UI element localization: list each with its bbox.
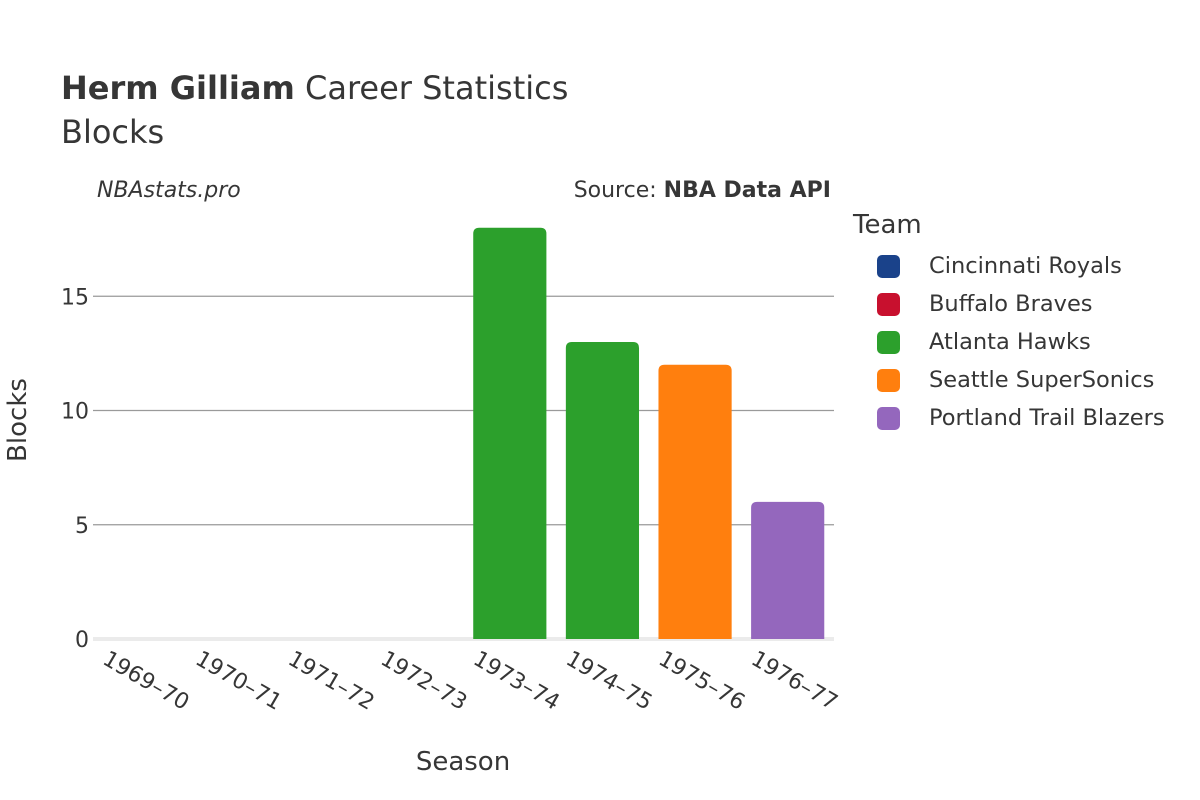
legend-label: Seattle SuperSonics	[929, 367, 1155, 393]
x-tick-label: 1972–73	[376, 647, 471, 716]
x-tick-label: 1973–74	[469, 647, 564, 716]
legend-label: Atlanta Hawks	[929, 329, 1091, 355]
legend-label: Cincinnati Royals	[929, 253, 1122, 279]
y-tick-label: 10	[61, 400, 89, 425]
legend-label: Buffalo Braves	[929, 291, 1093, 317]
bar-1975–76[interactable]: Seattle SuperSonics 1975–76: 12	[658, 364, 732, 639]
bar-chart: Atlanta Hawks 1973–74: 18Atlanta Hawks 1…	[3, 227, 841, 777]
legend-item-cincinnati-royals[interactable]: Cincinnati Royals	[877, 253, 1122, 279]
legend-title: Team	[853, 210, 922, 240]
legend-item-seattle-supersonics[interactable]: Seattle SuperSonics	[877, 367, 1154, 393]
x-tick-label: 1970–71	[191, 647, 286, 716]
x-tick-label: 1976–77	[747, 647, 842, 716]
x-axis-ticks: 1969–701970–711971–721972–731973–741974–…	[98, 647, 841, 716]
legend-item-atlanta-hawks[interactable]: Atlanta Hawks	[877, 329, 1091, 355]
legend-swatch	[877, 292, 900, 316]
legend-item-portland-trail-blazers[interactable]: Portland Trail Blazers	[877, 405, 1165, 431]
x-tick-label: 1975–76	[654, 647, 749, 716]
y-tick-label: 5	[75, 514, 89, 539]
bar-1976–77[interactable]: Portland Trail Blazers 1976–77: 6	[751, 501, 825, 639]
legend-swatch	[877, 406, 900, 430]
x-tick-label: 1974–75	[561, 647, 656, 716]
legend-swatch	[877, 330, 900, 354]
x-tick-label: 1971–72	[284, 647, 379, 716]
x-tick-label: 1969–70	[98, 647, 193, 716]
y-axis-title: Blocks	[3, 378, 33, 462]
y-tick-label: 15	[61, 285, 89, 310]
legend-swatch	[877, 254, 900, 278]
bar-1973–74[interactable]: Atlanta Hawks 1973–74: 18	[473, 227, 547, 640]
legend-swatch	[877, 368, 900, 392]
x-axis-title: Season	[416, 747, 510, 777]
bars: Atlanta Hawks 1973–74: 18Atlanta Hawks 1…	[473, 227, 825, 640]
y-tick-label: 0	[75, 628, 89, 653]
y-axis-ticks: 0 5 10 15	[61, 285, 89, 653]
legend-label: Portland Trail Blazers	[929, 405, 1165, 431]
legend-item-buffalo-braves[interactable]: Buffalo Braves	[877, 291, 1093, 317]
bar-1974–75[interactable]: Atlanta Hawks 1974–75: 13	[565, 341, 640, 639]
